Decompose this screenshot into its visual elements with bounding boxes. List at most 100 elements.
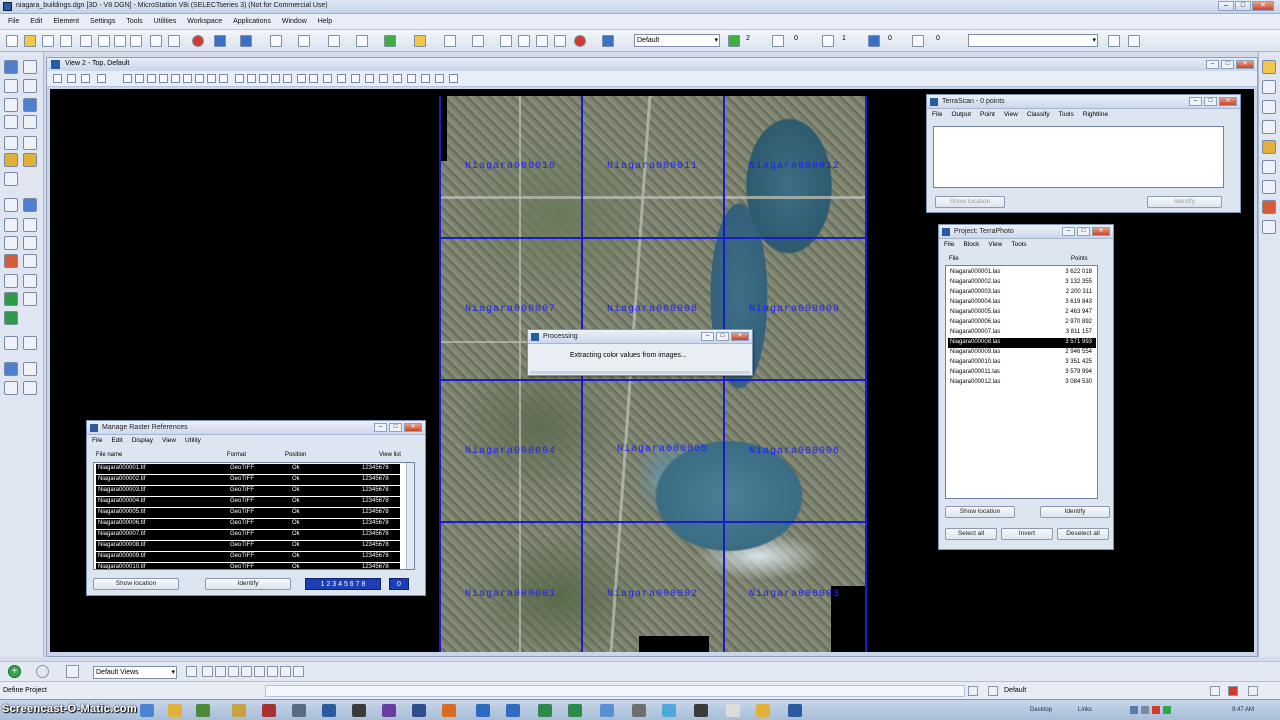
minimize-button[interactable]: – — [1218, 1, 1234, 11]
cut-icon[interactable] — [98, 35, 110, 47]
select-points-icon[interactable] — [1262, 80, 1276, 94]
taskbar-terra-icon[interactable] — [788, 704, 802, 717]
tag-icon[interactable] — [23, 153, 37, 167]
lock-icon[interactable] — [968, 686, 978, 696]
taskbar-chrome-icon[interactable] — [196, 704, 210, 717]
trim-icon[interactable] — [23, 274, 37, 288]
taskbar-word2-icon[interactable] — [506, 704, 520, 717]
view-button-7[interactable] — [280, 666, 291, 677]
project-minimize-button[interactable]: – — [1062, 227, 1075, 236]
camera-view-icon[interactable] — [297, 74, 306, 83]
zoom-region-icon[interactable] — [1262, 180, 1276, 194]
view-group-settings-icon[interactable] — [36, 665, 49, 678]
taskbar-links-label[interactable]: Links — [1078, 707, 1092, 713]
open-folder-icon[interactable] — [24, 35, 36, 47]
new-file-icon[interactable] — [6, 35, 18, 47]
table-row[interactable]: Niagara000010.tif GeoTIFF Ok 12345678 — [96, 563, 400, 569]
raster-list[interactable]: Niagara000001.tif GeoTIFF Ok 12345678 Niagar… — [93, 462, 415, 570]
raster-menu-edit[interactable]: Edit — [111, 437, 122, 444]
tray-status-icon[interactable] — [1163, 706, 1171, 714]
globe-icon[interactable] — [4, 311, 18, 325]
update-view-icon[interactable] — [123, 74, 132, 83]
references-icon[interactable] — [328, 35, 340, 47]
raster-show-location-button[interactable]: Show location — [93, 578, 179, 590]
display-style-icon[interactable] — [67, 74, 76, 83]
taskbar-desktop-label[interactable]: Desktop — [1030, 707, 1052, 713]
terrascan-minimize-button[interactable]: – — [1189, 97, 1202, 106]
smartline-icon[interactable] — [23, 60, 37, 74]
compress-icon[interactable] — [60, 35, 72, 47]
saved-views-icon[interactable] — [351, 74, 360, 83]
tray-volume-icon[interactable] — [1141, 706, 1149, 714]
menu-edit[interactable]: Edit — [30, 18, 42, 25]
sheets-icon[interactable] — [414, 35, 426, 47]
raster-menu-display[interactable]: Display — [132, 437, 153, 444]
menu-element[interactable]: Element — [53, 18, 79, 25]
redo-icon[interactable] — [168, 35, 180, 47]
render-icon[interactable] — [23, 362, 37, 376]
list-item[interactable]: Niagara000002.las 3 132 355 — [948, 278, 1096, 288]
view-button-2[interactable] — [215, 666, 226, 677]
taskbar-skype-icon[interactable] — [600, 704, 614, 717]
view-button-6[interactable] — [267, 666, 278, 677]
copy-element-icon[interactable] — [23, 218, 37, 232]
menu-file[interactable]: File — [8, 18, 19, 25]
zoom-icon[interactable] — [444, 35, 456, 47]
processing-close-button[interactable]: ✕ — [731, 332, 749, 341]
raster-list-scrollbar[interactable] — [406, 463, 414, 569]
design-history-icon[interactable] — [1248, 686, 1258, 696]
add-view-group-icon[interactable]: + — [8, 665, 21, 678]
terrascan-menu-file[interactable]: File — [932, 111, 942, 118]
list-item[interactable]: Niagara000008.las 3 571 993 — [948, 338, 1096, 348]
list-item[interactable]: Niagara000010.las 3 351 425 — [948, 358, 1096, 368]
raster-identify-button[interactable]: Identify — [205, 578, 291, 590]
view-levels-icon[interactable] — [435, 74, 444, 83]
search-icon[interactable] — [1108, 35, 1120, 47]
level-select[interactable]: Default — [634, 34, 720, 47]
table-row[interactable]: Niagara000005.tif GeoTIFF Ok 12345678 — [96, 508, 400, 518]
view-constructions-icon[interactable] — [407, 74, 416, 83]
terrascan-show-location-button[interactable]: Show location — [935, 196, 1005, 208]
list-item[interactable]: Niagara000007.las 3 811 157 — [948, 328, 1096, 338]
terrascan-menu-classify[interactable]: Classify — [1027, 111, 1050, 118]
terrascan-point-list[interactable] — [933, 126, 1224, 188]
group-icon[interactable] — [4, 153, 18, 167]
close-button[interactable]: ✕ — [1252, 1, 1274, 11]
zoom-out-icon[interactable] — [147, 74, 156, 83]
list-item[interactable]: Niagara000003.las 2 200 311 — [948, 288, 1096, 298]
block-list[interactable]: Niagara000001.las 3 622 018 Niagara000002.… — [945, 265, 1098, 499]
taskbar-ppt-icon[interactable] — [442, 704, 456, 717]
taskbar-excel-icon[interactable] — [538, 704, 552, 717]
modify-icon[interactable] — [4, 274, 18, 288]
terrascan-identify-button[interactable]: Identify — [1147, 196, 1222, 208]
menu-workspace[interactable]: Workspace — [187, 18, 222, 25]
text-icon[interactable] — [23, 115, 37, 129]
rotate-view-icon[interactable] — [183, 74, 192, 83]
copy-view-icon[interactable] — [235, 74, 244, 83]
taskbar-acrobat-icon[interactable] — [262, 704, 276, 717]
dimension-icon[interactable] — [23, 98, 37, 112]
cell-icon[interactable] — [4, 136, 18, 150]
view-acs-icon[interactable] — [421, 74, 430, 83]
render-view-icon[interactable] — [365, 74, 374, 83]
table-row[interactable]: Niagara000003.tif GeoTIFF Ok 12345678 — [96, 486, 400, 496]
print-icon[interactable] — [80, 35, 92, 47]
view-group-manager-icon[interactable] — [186, 666, 197, 677]
view-fill-icon[interactable] — [449, 74, 458, 83]
save-icon[interactable] — [42, 35, 54, 47]
accudraw-icon[interactable] — [536, 35, 548, 47]
view-attributes-btn-icon[interactable] — [53, 74, 62, 83]
processing-minimize-button[interactable]: – — [701, 332, 714, 341]
raster-menu-view[interactable]: View — [162, 437, 176, 444]
view-options-icon[interactable] — [66, 665, 79, 678]
taskbar-explorer-icon[interactable] — [168, 704, 182, 717]
table-row[interactable]: Niagara000008.tif GeoTIFF Ok 12345678 — [96, 541, 400, 551]
measure-area-icon[interactable] — [23, 198, 37, 212]
select-all-button[interactable]: Select all — [945, 528, 997, 540]
table-row[interactable]: Niagara000007.tif GeoTIFF Ok 12345678 — [96, 530, 400, 540]
view-close-button[interactable]: ✕ — [1236, 60, 1254, 69]
line-style-icon[interactable] — [772, 35, 784, 47]
photo-icon[interactable] — [1262, 140, 1276, 154]
attributes-icon[interactable] — [602, 35, 614, 47]
level-manager-icon[interactable] — [298, 35, 310, 47]
